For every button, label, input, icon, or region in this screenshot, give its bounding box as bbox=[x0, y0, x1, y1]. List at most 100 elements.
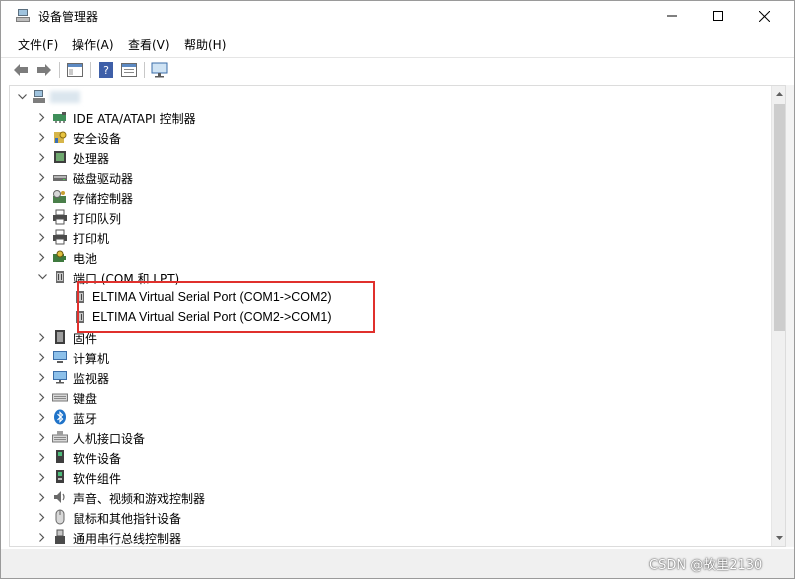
chevron-down-icon[interactable] bbox=[16, 90, 28, 104]
tree-item[interactable]: 键盘 bbox=[10, 387, 770, 407]
chevron-right-icon[interactable] bbox=[36, 490, 48, 504]
toolbar-separator bbox=[90, 62, 91, 78]
tree-item[interactable]: 处理器 bbox=[10, 147, 770, 167]
help-button[interactable]: ? bbox=[96, 60, 116, 80]
firmware-icon bbox=[55, 330, 65, 344]
tree-item-label: 安全设备 bbox=[73, 132, 122, 146]
software-device-icon bbox=[56, 450, 64, 463]
storage-controller-icon bbox=[53, 190, 66, 203]
back-button[interactable] bbox=[11, 60, 31, 80]
tree-item[interactable]: 软件组件 bbox=[10, 467, 770, 487]
window-title: 设备管理器 bbox=[38, 10, 99, 24]
chevron-right-icon[interactable] bbox=[36, 510, 48, 524]
chevron-right-icon[interactable] bbox=[36, 370, 48, 384]
tree-child-item[interactable]: ELTIMA Virtual Serial Port (COM1->COM2) bbox=[10, 287, 770, 307]
chevron-right-icon[interactable] bbox=[36, 350, 48, 364]
show-hide-console-tree-button[interactable] bbox=[65, 60, 85, 80]
tree-item[interactable]: 声音、视频和游戏控制器 bbox=[10, 487, 770, 507]
serial-port-label: ELTIMA Virtual Serial Port (COM1->COM2) bbox=[92, 290, 332, 304]
tree-item-ports[interactable]: 端口 (COM 和 LPT) bbox=[10, 267, 770, 287]
tree-item[interactable]: 固件 bbox=[10, 327, 770, 347]
watermark: CSDN @故里2130 bbox=[649, 558, 763, 573]
title-bar[interactable]: 设备管理器 bbox=[1, 1, 794, 31]
tree-child-item[interactable]: ELTIMA Virtual Serial Port (COM2->COM1) bbox=[10, 307, 770, 327]
menu-help[interactable]: 帮助(H) bbox=[184, 36, 226, 53]
tree-item[interactable]: 存储控制器 bbox=[10, 187, 770, 207]
tree-item[interactable]: 通用串行总线控制器 bbox=[10, 527, 770, 546]
bluetooth-icon bbox=[54, 409, 66, 425]
chevron-right-icon[interactable] bbox=[36, 430, 48, 444]
tree-root[interactable] bbox=[10, 87, 770, 107]
tree-item-label: 计算机 bbox=[73, 352, 110, 366]
tree-item-label: 声音、视频和游戏控制器 bbox=[73, 492, 206, 506]
chevron-up-icon bbox=[776, 92, 783, 96]
chevron-right-icon[interactable] bbox=[36, 410, 48, 424]
mouse-icon bbox=[55, 509, 65, 525]
chevron-right-icon[interactable] bbox=[36, 110, 48, 124]
tree-item-label: 人机接口设备 bbox=[73, 432, 146, 446]
tree-item[interactable]: 鼠标和其他指针设备 bbox=[10, 507, 770, 527]
tree-item-label: 打印队列 bbox=[73, 212, 122, 226]
print-queue-icon bbox=[53, 209, 67, 225]
forward-button[interactable] bbox=[34, 60, 54, 80]
menu-action[interactable]: 操作(A) bbox=[72, 36, 114, 53]
chevron-right-icon[interactable] bbox=[36, 390, 48, 404]
computer-root-icon bbox=[33, 90, 45, 103]
tree-item[interactable]: 磁盘驱动器 bbox=[10, 167, 770, 187]
tree-item[interactable]: 打印机 bbox=[10, 227, 770, 247]
chevron-right-icon[interactable] bbox=[36, 450, 48, 464]
chevron-right-icon[interactable] bbox=[36, 470, 48, 484]
tree-item[interactable]: 人机接口设备 bbox=[10, 427, 770, 447]
tree-item-label: 磁盘驱动器 bbox=[73, 172, 134, 186]
chevron-right-icon[interactable] bbox=[36, 230, 48, 244]
tree-item[interactable]: 电池 bbox=[10, 247, 770, 267]
svg-text:?: ? bbox=[103, 64, 109, 77]
close-button[interactable] bbox=[741, 1, 787, 31]
serial-port-icon bbox=[76, 291, 84, 303]
processor-icon bbox=[54, 151, 66, 163]
serial-port-label: ELTIMA Virtual Serial Port (COM2->COM1) bbox=[92, 310, 332, 324]
toolbar-separator bbox=[59, 62, 60, 78]
chevron-right-icon[interactable] bbox=[36, 530, 48, 544]
maximize-icon bbox=[713, 11, 723, 21]
chevron-down-icon[interactable] bbox=[36, 270, 48, 284]
tree-item-label: 处理器 bbox=[73, 152, 110, 166]
chevron-right-icon[interactable] bbox=[36, 130, 48, 144]
minimize-button[interactable] bbox=[649, 1, 695, 31]
vertical-scrollbar[interactable] bbox=[771, 86, 785, 546]
tree-item-label: 通用串行总线控制器 bbox=[73, 532, 182, 546]
maximize-button[interactable] bbox=[695, 1, 741, 31]
chevron-right-icon[interactable] bbox=[36, 250, 48, 264]
chevron-right-icon[interactable] bbox=[36, 210, 48, 224]
device-manager-icon bbox=[16, 9, 30, 22]
printer-icon bbox=[53, 229, 67, 245]
tree-item-label: 固件 bbox=[73, 332, 98, 346]
chevron-right-icon[interactable] bbox=[36, 150, 48, 164]
tree-item[interactable]: 蓝牙 bbox=[10, 407, 770, 427]
properties-icon bbox=[121, 63, 137, 77]
chevron-right-icon[interactable] bbox=[36, 190, 48, 204]
scroll-up-button[interactable] bbox=[772, 86, 785, 102]
tree-item[interactable]: 监视器 bbox=[10, 367, 770, 387]
properties-button[interactable] bbox=[119, 60, 139, 80]
scroll-down-button[interactable] bbox=[772, 530, 785, 546]
minimize-icon bbox=[667, 15, 677, 17]
ide-controller-icon bbox=[53, 112, 66, 123]
tree-item[interactable]: 计算机 bbox=[10, 347, 770, 367]
menu-view[interactable]: 查看(V) bbox=[128, 36, 170, 53]
tree-item[interactable]: 打印队列 bbox=[10, 207, 770, 227]
chevron-right-icon[interactable] bbox=[36, 170, 48, 184]
tree-item-label: 监视器 bbox=[73, 372, 110, 386]
scan-hardware-button[interactable] bbox=[150, 60, 170, 80]
scrollbar-thumb[interactable] bbox=[774, 104, 785, 331]
menu-file[interactable]: 文件(F) bbox=[18, 36, 58, 53]
tree-item-label: 软件设备 bbox=[73, 452, 122, 466]
chevron-right-icon[interactable] bbox=[36, 330, 48, 344]
tree-item-label: 蓝牙 bbox=[73, 412, 98, 426]
tree-item[interactable]: 软件设备 bbox=[10, 447, 770, 467]
sound-icon bbox=[54, 491, 65, 503]
tree-item[interactable]: 安全设备 bbox=[10, 127, 770, 147]
menu-bar: 文件(F) 操作(A) 查看(V) 帮助(H) bbox=[1, 33, 794, 55]
tree-item[interactable]: IDE ATA/ATAPI 控制器 bbox=[10, 107, 770, 127]
device-tree[interactable]: IDE ATA/ATAPI 控制器 安全设备 处理器 磁盘驱动器 存储控制器 打… bbox=[9, 85, 786, 547]
